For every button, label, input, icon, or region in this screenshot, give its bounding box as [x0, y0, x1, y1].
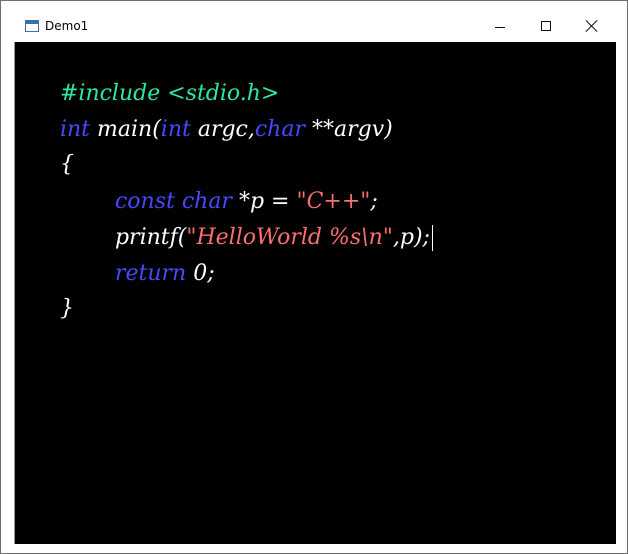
maximize-button[interactable] — [523, 1, 569, 42]
identifier-token: **argv) — [304, 117, 393, 142]
app-window: Demo1 #include <stdio.h> int main(int ar… — [0, 0, 628, 554]
code-line-include: #include <stdio.h> — [18, 49, 279, 106]
code-line-return: return 0; — [18, 229, 215, 286]
identifier-token: ,p); — [392, 225, 430, 250]
code-line-main-signature: int main(int argc,char **argv) — [18, 85, 393, 142]
code-editor[interactable]: #include <stdio.h> int main(int argc,cha… — [14, 42, 616, 544]
code-line-printf: printf("HelloWorld %s\n",p); — [18, 193, 433, 251]
close-icon — [585, 19, 599, 33]
title-bar[interactable]: Demo1 — [1, 1, 627, 42]
close-button[interactable] — [569, 1, 615, 42]
code-line-const-decl: const char *p = "C++"; — [18, 157, 378, 214]
string-token: "HelloWorld %s\n" — [186, 225, 393, 250]
code-line-open-brace: { — [18, 120, 74, 177]
maximize-icon — [541, 21, 551, 31]
identifier-token: argc, — [190, 117, 255, 142]
app-window-icon — [25, 20, 39, 32]
minimize-button[interactable] — [477, 1, 523, 42]
keyword-token: char — [254, 117, 305, 142]
text-caret — [431, 225, 433, 251]
code-line-close-brace: } — [18, 264, 74, 321]
identifier-token: main( — [90, 117, 161, 142]
window-title: Demo1 — [45, 19, 89, 33]
keyword-token: int — [160, 117, 191, 142]
minimize-icon — [495, 27, 505, 28]
keyword-token: return — [114, 261, 187, 286]
brace-token: } — [59, 296, 74, 321]
identifier-token: 0; — [186, 261, 215, 286]
